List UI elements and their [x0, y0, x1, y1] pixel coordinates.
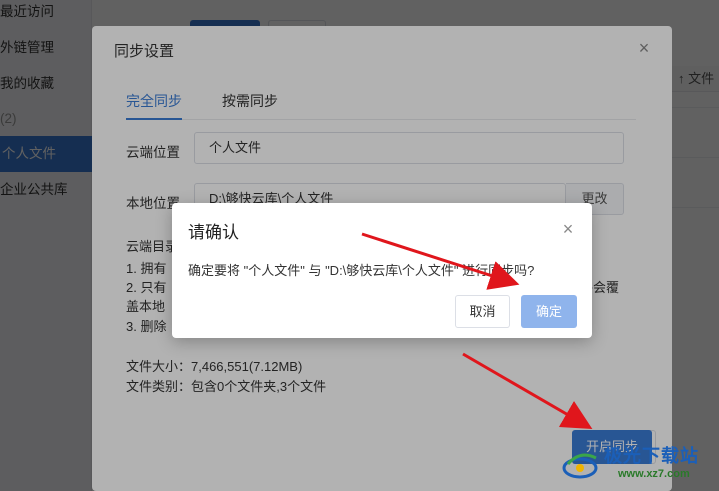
watermark: 极光下载站 www.xz7.com — [562, 440, 718, 488]
watermark-text: 极光下载站 — [604, 446, 699, 466]
confirm-title: 请确认 — [188, 223, 239, 242]
watermark-logo-icon — [562, 453, 598, 479]
close-icon[interactable]: × — [560, 220, 576, 238]
watermark-url: www.xz7.com — [618, 468, 690, 480]
confirm-cancel-button[interactable]: 取消 — [455, 295, 510, 328]
confirm-dialog: 请确认 × 确定要将 "个人文件" 与 "D:\够快云库\个人文件" 进行同步吗… — [172, 203, 592, 338]
confirm-ok-button[interactable]: 确定 — [521, 295, 577, 328]
confirm-message: 确定要将 "个人文件" 与 "D:\够快云库\个人文件" 进行同步吗? — [188, 263, 535, 278]
